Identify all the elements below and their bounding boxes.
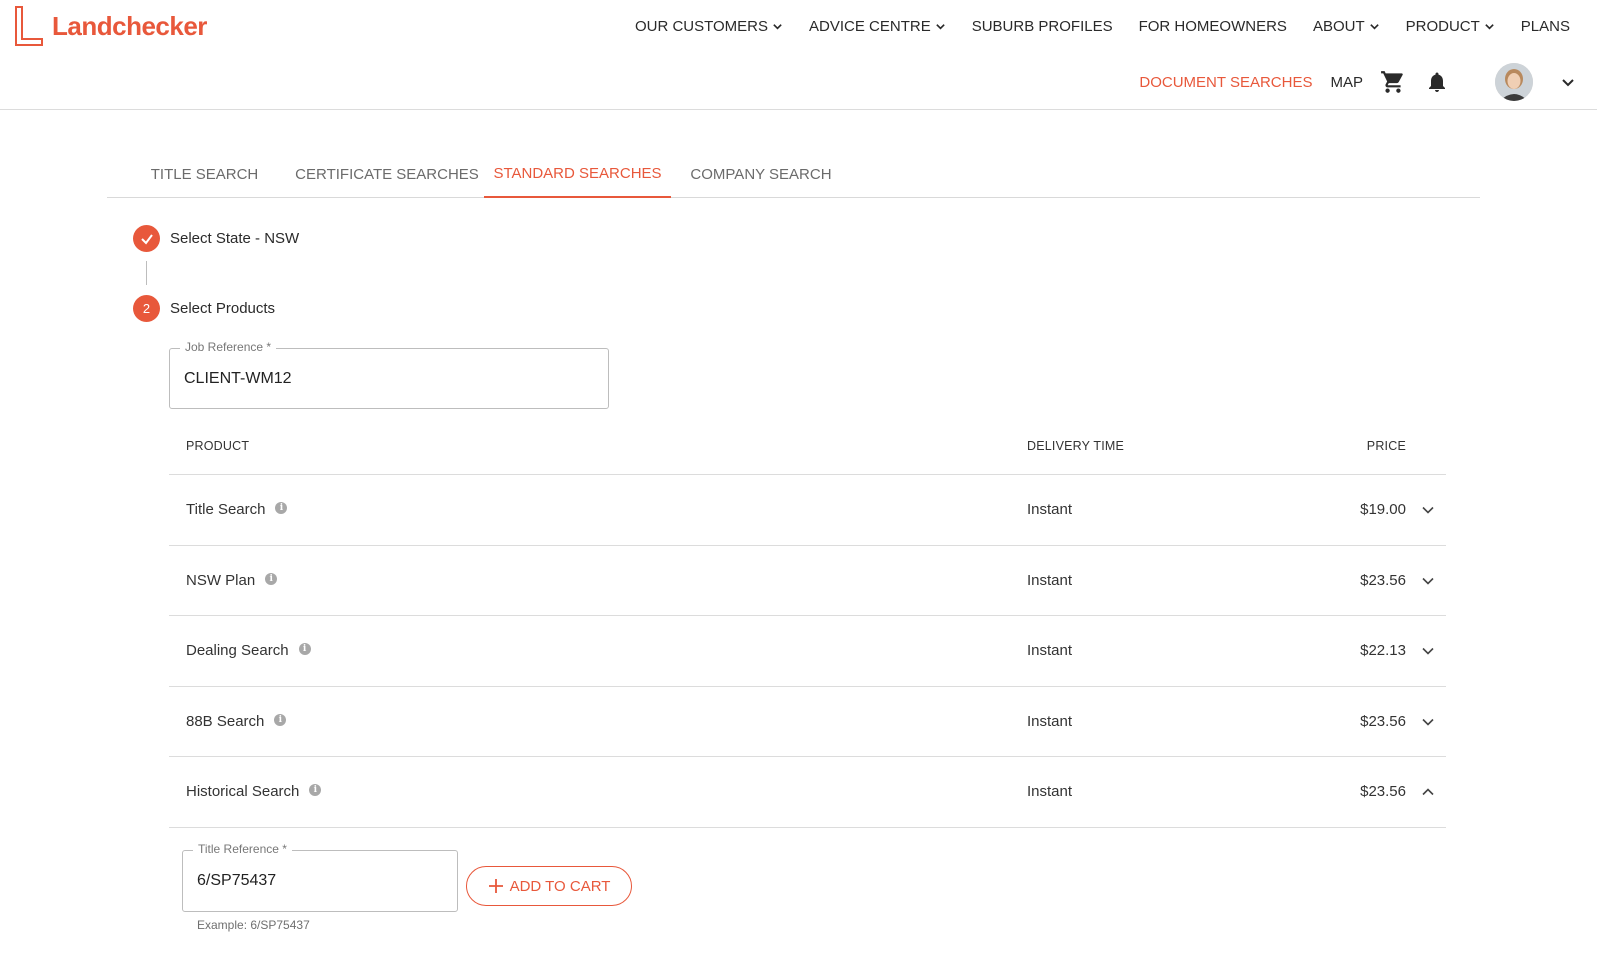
table-header: PRODUCT DELIVERY TIME PRICE <box>169 425 1446 475</box>
chevron-down-icon[interactable] <box>1421 644 1435 658</box>
header-product: PRODUCT <box>186 439 250 453</box>
info-icon[interactable]: i <box>309 784 322 797</box>
nav-label: ADVICE CENTRE <box>809 17 931 35</box>
nav-about[interactable]: ABOUT <box>1300 15 1393 37</box>
chevron-down-icon[interactable] <box>1421 503 1435 517</box>
product-cell: Title Search i <box>186 475 288 545</box>
info-icon[interactable]: i <box>298 643 311 656</box>
delivery-time: Instant <box>1027 642 1073 660</box>
notifications-button[interactable] <box>1423 68 1451 96</box>
nav-label: PLANS <box>1520 17 1570 35</box>
chevron-down-icon <box>1369 23 1379 30</box>
products-table: PRODUCT DELIVERY TIME PRICE Title Search… <box>169 425 1446 828</box>
chevron-down-icon[interactable] <box>1421 574 1435 588</box>
nav-label: OUR CUSTOMERS <box>634 17 769 35</box>
job-reference-input[interactable] <box>184 349 598 408</box>
price: $23.56 <box>1360 712 1406 730</box>
delivery-time: Instant <box>1027 712 1073 730</box>
delivery-time: Instant <box>1027 571 1073 589</box>
product-cell: NSW Plan i <box>186 546 278 616</box>
delivery-time: Instant <box>1027 783 1073 801</box>
product-name: Historical Search <box>186 783 300 801</box>
nav-label: SUBURB PROFILES <box>971 17 1113 35</box>
header-delivery-time: DELIVERY TIME <box>1027 439 1125 453</box>
table-row[interactable]: Historical Search i Instant $23.56 <box>169 757 1446 828</box>
add-to-cart-label: ADD TO CART <box>509 877 611 895</box>
nav-map[interactable]: MAP <box>1330 74 1363 91</box>
title-reference-field: Title Reference * <box>182 842 458 912</box>
info-icon[interactable]: i <box>265 572 278 585</box>
table-row[interactable]: 88B Search i Instant $23.56 <box>169 687 1446 757</box>
plus-icon <box>488 879 503 893</box>
delivery-time: Instant <box>1027 501 1073 519</box>
step-number: 2 <box>133 295 160 322</box>
step-connector <box>146 261 147 285</box>
step-label: Select State - NSW <box>170 230 300 247</box>
nav-for-homeowners[interactable]: FOR HOMEOWNERS <box>1126 15 1300 37</box>
tab-company-search[interactable]: COMPANY SEARCH <box>681 150 841 198</box>
step-label: Select Products <box>170 300 276 317</box>
product-cell: Historical Search i <box>186 757 322 827</box>
header-price: PRICE <box>1366 439 1406 453</box>
price: $23.56 <box>1360 571 1406 589</box>
product-cell: 88B Search i <box>186 687 287 757</box>
nav-our-customers[interactable]: OUR CUSTOMERS <box>622 15 796 37</box>
step-select-products: 2 Select Products <box>133 295 275 322</box>
cart-icon <box>1381 71 1403 93</box>
nav-label: FOR HOMEOWNERS <box>1138 17 1287 35</box>
product-name: Dealing Search <box>186 642 289 660</box>
logo-mark-icon <box>15 6 43 46</box>
product-cell: Dealing Search i <box>186 616 311 686</box>
price: $19.00 <box>1360 501 1406 519</box>
price: $23.56 <box>1360 783 1406 801</box>
tab-title-search[interactable]: TITLE SEARCH <box>127 150 282 198</box>
chevron-down-icon <box>1485 23 1494 30</box>
step-complete-check-icon <box>133 225 160 252</box>
nav-plans[interactable]: PLANS <box>1508 15 1583 37</box>
site-header: Landchecker OUR CUSTOMERS ADVICE CENTRE … <box>0 0 1597 110</box>
chevron-down-icon <box>773 23 782 30</box>
tab-standard-searches[interactable]: STANDARD SEARCHES <box>484 150 671 198</box>
step-select-state: Select State - NSW <box>133 225 299 252</box>
table-row[interactable]: NSW Plan i Instant $23.56 <box>169 546 1446 616</box>
title-reference-input[interactable] <box>197 851 447 911</box>
secondary-nav: DOCUMENT SEARCHES MAP <box>1139 63 1597 101</box>
nav-label: PRODUCT <box>1405 17 1480 35</box>
primary-nav: OUR CUSTOMERS ADVICE CENTRE SUBURB PROFI… <box>622 15 1583 37</box>
user-photo-icon <box>1495 63 1533 101</box>
landchecker-logo[interactable]: Landchecker <box>14 6 207 46</box>
bell-icon <box>1429 72 1445 92</box>
table-row[interactable]: Dealing Search i Instant $22.13 <box>169 616 1446 687</box>
avatar[interactable] <box>1495 63 1533 101</box>
nav-advice-centre[interactable]: ADVICE CENTRE <box>796 15 959 37</box>
product-name: NSW Plan <box>186 571 256 589</box>
product-name: 88B Search <box>186 712 265 730</box>
chevron-down-icon <box>935 23 945 30</box>
price: $22.13 <box>1360 642 1406 660</box>
nav-label: ABOUT <box>1312 17 1365 35</box>
title-reference-helper: Example: 6/SP75437 <box>197 918 310 932</box>
search-tabs: TITLE SEARCH CERTIFICATE SEARCHES STANDA… <box>107 150 1480 198</box>
cart-button[interactable] <box>1379 68 1407 96</box>
brand-name: Landchecker <box>52 10 207 41</box>
table-row[interactable]: Title Search i Instant $19.00 <box>169 475 1446 546</box>
job-reference-field: Job Reference * <box>169 340 609 409</box>
add-to-cart-button[interactable]: ADD TO CART <box>466 866 632 906</box>
tab-certificate-searches[interactable]: CERTIFICATE SEARCHES <box>292 150 482 198</box>
info-icon[interactable]: i <box>274 713 287 726</box>
nav-document-searches[interactable]: DOCUMENT SEARCHES <box>1139 74 1312 91</box>
account-menu-chevron-icon[interactable] <box>1561 75 1575 89</box>
nav-product[interactable]: PRODUCT <box>1393 15 1508 37</box>
info-icon[interactable]: i <box>275 502 288 515</box>
product-name: Title Search <box>186 501 266 519</box>
chevron-down-icon[interactable] <box>1421 715 1435 729</box>
nav-suburb-profiles[interactable]: SUBURB PROFILES <box>959 15 1126 37</box>
chevron-up-icon[interactable] <box>1421 785 1435 799</box>
